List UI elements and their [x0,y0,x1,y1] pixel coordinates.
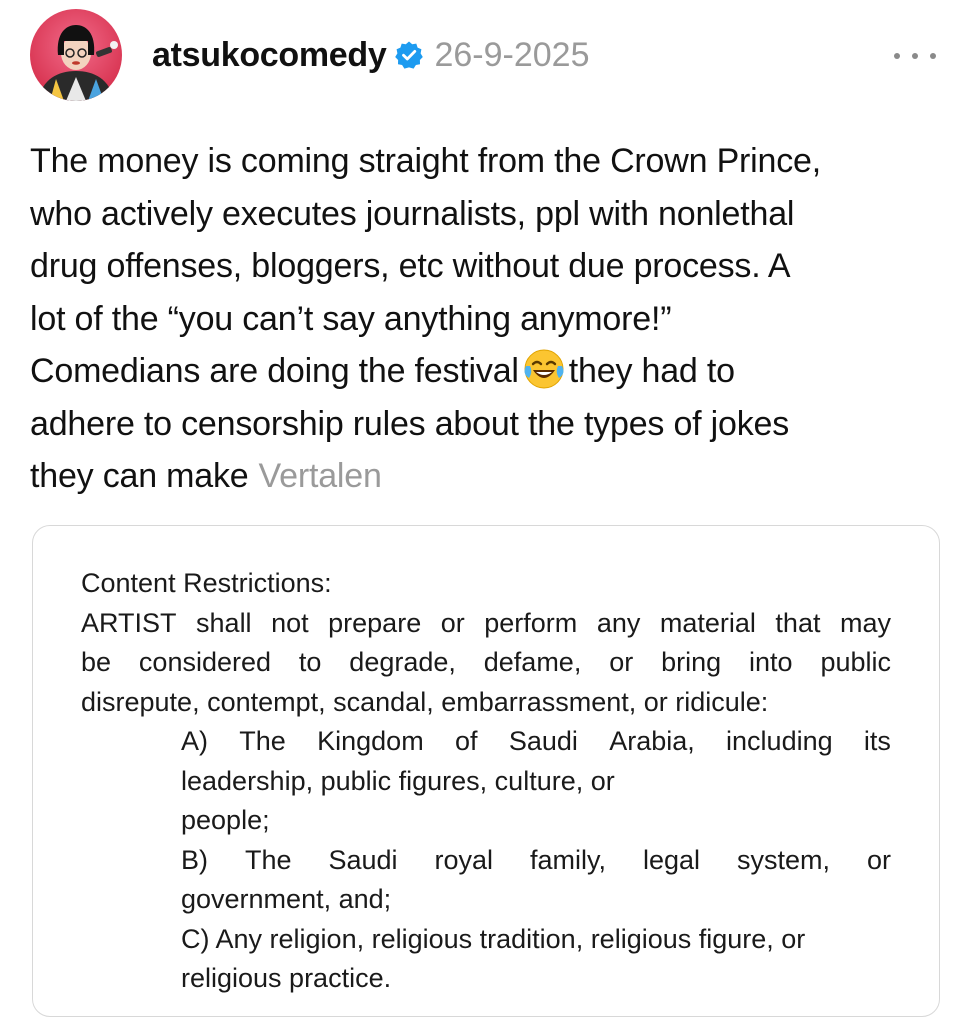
doc-word: defame, [483,647,582,677]
doc-word: royal [434,844,494,875]
post-text-line: The money is coming straight from the Cr… [30,142,821,180]
doc-word: A) [181,726,208,756]
doc-list: A) The Kingdom of Saudi Arabia, includin… [81,722,891,999]
more-dot [930,53,936,59]
doc-word: B) [181,844,208,875]
doc-word: material [659,607,756,638]
doc-word: system, [737,844,831,875]
post-text-line: adhere to censorship rules about the typ… [30,404,790,443]
doc-word: to [298,647,322,677]
more-dot [894,53,900,59]
doc-word: Saudi [328,844,398,875]
doc-word: The [244,844,292,875]
contract-excerpt: Content Restrictions: ARTIST shall not p… [81,564,891,999]
doc-word: into [749,647,793,677]
doc-word: Saudi [508,726,578,756]
doc-list-item-a: A) The Kingdom of Saudi Arabia, includin… [181,722,891,762]
post-text-segment: Comedians are doing the festival [30,352,519,390]
doc-line: people; [181,805,270,835]
doc-line: leadership, public figures, culture, or [181,765,615,796]
doc-word: The [239,726,286,756]
doc-word: of [455,726,478,756]
face-with-tears-of-joy-icon [523,348,565,390]
doc-word: including [726,726,833,756]
post-text-line: lot of the “you can’t say anything anymo… [30,299,672,338]
doc-word: be [81,647,112,677]
doc-line: government, and; [181,884,392,914]
post-text: The money is coming straight from the Cr… [30,135,940,503]
avatar[interactable] [30,9,122,101]
doc-heading: Content Restrictions: [81,568,332,598]
doc-word: shall [196,607,252,638]
doc-word: not [271,607,309,638]
doc-list-item-c: C) Any religion, religious tradition, re… [181,923,806,954]
doc-line: disrepute, contempt, scandal, embarrassm… [81,686,769,717]
doc-word: public [820,647,891,677]
doc-word: or [440,607,465,638]
doc-word: degrade, [349,647,456,677]
more-options-icon[interactable] [894,46,936,66]
doc-line: be considered to degrade, defame, or bri… [81,643,891,683]
doc-word: perform [484,607,578,638]
post-text-line: drug offenses, bloggers, etc without due… [30,247,791,285]
doc-word: Kingdom [317,726,424,756]
post-text-line: Comedians are doing the festival they ha… [30,345,940,398]
post-text-segment: they can make [30,457,249,495]
post-text-line: who actively executes journalists, ppl w… [30,194,795,233]
doc-word: Arabia, [609,726,695,756]
doc-word: considered [138,647,272,677]
post-text-segment: they had to [568,352,735,390]
doc-word: its [863,726,891,756]
doc-line: religious practice. [181,963,392,993]
post-header: atsukocomedy 26-9-2025 [152,30,590,80]
doc-line: ARTIST shall not prepare or perform any … [81,604,891,644]
verified-badge-icon [394,40,424,70]
doc-word: prepare [328,607,422,638]
post-text-line: they can make Vertalen [30,450,940,503]
doc-word: bring [661,647,722,677]
doc-word: or [609,647,634,677]
username[interactable]: atsukocomedy [152,36,387,75]
doc-word: or [866,844,891,875]
avatar-image [30,9,122,101]
post-date: 26-9-2025 [434,35,590,74]
doc-word: may [839,607,891,638]
translate-link[interactable]: Vertalen [259,457,382,495]
doc-word: that [775,607,821,638]
post: atsukocomedy 26-9-2025 The money is comi… [0,0,969,1017]
more-dot [912,53,918,59]
doc-word: legal [642,844,701,875]
doc-word: any [596,607,641,638]
doc-word: ARTIST [81,607,177,638]
doc-word: family, [530,844,607,875]
attached-image[interactable]: Content Restrictions: ARTIST shall not p… [32,525,940,1017]
doc-list-item-b: B) The Saudi royal family, legal system,… [181,841,891,881]
